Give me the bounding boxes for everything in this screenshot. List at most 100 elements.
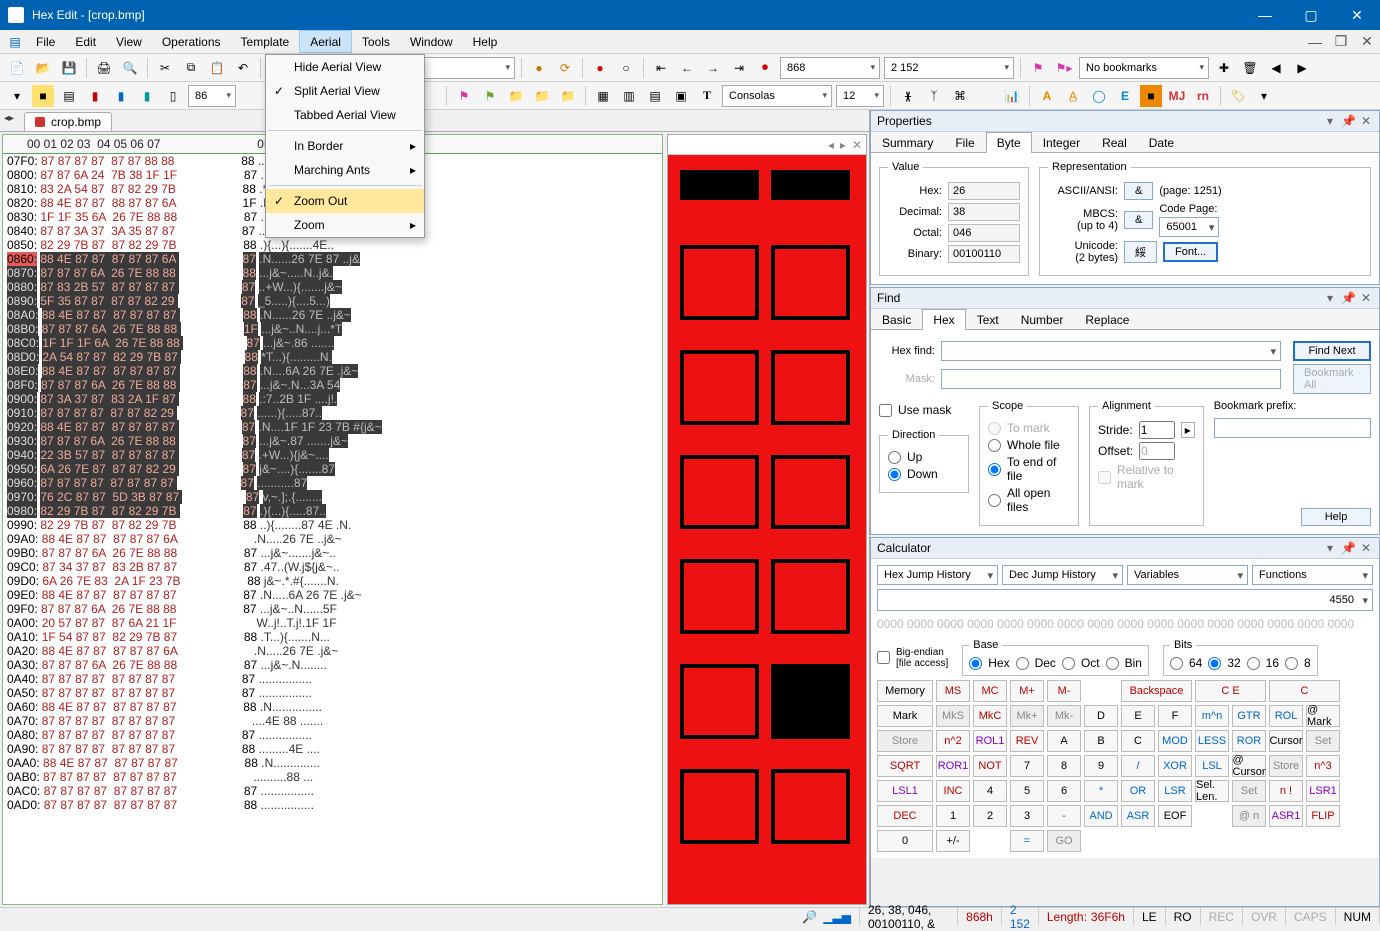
hex-row[interactable]: 0870: 87 87 87 6A 26 7E 88 88 88 ...j&~.… <box>3 266 662 280</box>
scope-whole-radio[interactable] <box>988 439 1001 452</box>
menu-tools[interactable]: Tools <box>352 30 400 53</box>
dir-up-radio[interactable] <box>888 451 901 464</box>
calc-btn-ror1[interactable]: ROR1 <box>936 755 970 777</box>
aerial-close-icon[interactable]: ✕ <box>852 138 862 152</box>
hex-row[interactable]: 0920: 88 4E 87 87 87 87 87 87 87 .N....1… <box>3 420 662 434</box>
copy-icon[interactable]: ⧉ <box>180 57 202 79</box>
bm-add-icon[interactable]: ✚ <box>1213 57 1235 79</box>
find-tab-replace[interactable]: Replace <box>1074 309 1140 330</box>
hex-row[interactable]: 0A30: 87 87 87 6A 26 7E 88 88 87 ...j&~.… <box>3 658 662 672</box>
menu-aerial[interactable]: Aerial <box>299 30 352 53</box>
folder-red-icon[interactable]: 📁 <box>531 85 553 107</box>
hex-row[interactable]: 0980: 82 29 7B 87 87 82 29 7B 87 .){...)… <box>3 504 662 518</box>
find-tab-text[interactable]: Text <box>966 309 1010 330</box>
funcs-select[interactable]: Functions <box>1252 565 1373 585</box>
teal-icon[interactable]: ▮ <box>136 85 158 107</box>
layout-2-icon[interactable]: ▥ <box>618 85 640 107</box>
paste-icon[interactable]: 📋 <box>206 57 228 79</box>
calc-btn-atn[interactable]: @ n <box>1232 805 1266 827</box>
tab-summary[interactable]: Summary <box>871 132 944 153</box>
find-next-button[interactable]: Find Next <box>1293 341 1371 361</box>
bigendian-checkbox[interactable] <box>877 651 890 664</box>
calc-btn-0[interactable]: 0 <box>877 830 933 852</box>
hex-row[interactable]: 0A80: 87 87 87 87 87 87 87 87 87 .......… <box>3 728 662 742</box>
calc-btn-dec[interactable]: DEC <box>877 805 933 827</box>
menu-operations[interactable]: Operations <box>152 30 231 53</box>
bytes-per-line-input[interactable]: 86 <box>188 85 236 107</box>
hex-row[interactable]: 0A20: 88 4E 87 87 87 87 87 6A .N.....26 … <box>3 644 662 658</box>
hex-row[interactable]: 09E0: 88 4E 87 87 87 87 87 87 87 .N.....… <box>3 588 662 602</box>
calc-btn-atmark[interactable]: @ Mark <box>1306 705 1340 727</box>
hex-row[interactable]: 09A0: 88 4E 87 87 87 87 87 6A .N.....26 … <box>3 532 662 546</box>
calc-btn-flip[interactable]: FLIP <box>1306 805 1340 827</box>
calc-btn-cursor[interactable]: Cursor <box>1269 730 1303 752</box>
calc-btn-not[interactable]: NOT <box>973 755 1007 777</box>
layout-3-icon[interactable]: ▤ <box>644 85 666 107</box>
calc-btn-sub[interactable]: - <box>1047 805 1081 827</box>
mdi-close-button[interactable]: ✕ <box>1354 30 1380 53</box>
base-oct-radio[interactable] <box>1062 657 1075 670</box>
fwd-icon[interactable]: → <box>702 57 724 79</box>
tab-byte[interactable]: Byte <box>986 132 1032 153</box>
calc-btn-c[interactable]: C <box>1269 680 1340 702</box>
hex-row[interactable]: 0990: 82 29 7B 87 87 82 29 7B 88 ..){...… <box>3 518 662 532</box>
save-icon[interactable]: 💾 <box>58 57 80 79</box>
tab-real[interactable]: Real <box>1091 132 1138 153</box>
calc-btn-d[interactable]: D <box>1084 705 1118 727</box>
menu-zoom-out[interactable]: Zoom Out <box>266 189 424 213</box>
mdi-minimize-button[interactable]: — <box>1302 30 1328 53</box>
hex-row[interactable]: 0940: 22 3B 57 87 87 87 87 87 87 .+W...)… <box>3 448 662 462</box>
orange-sq-icon[interactable]: ■ <box>1140 85 1162 107</box>
hex-row[interactable]: 09C0: 87 34 37 87 83 2B 87 87 87 .47..(W… <box>3 560 662 574</box>
layout-1-icon[interactable]: ▦ <box>592 85 614 107</box>
panel-menu-icon[interactable]: ▾ <box>1323 114 1337 128</box>
hex-row[interactable]: 0AB0: 87 87 87 87 87 87 87 87 ..........… <box>3 770 662 784</box>
find-tab-hex[interactable]: Hex <box>922 309 965 330</box>
maximize-button[interactable]: ▢ <box>1288 0 1334 30</box>
bookmarks-select[interactable]: No bookmarks <box>1079 57 1209 79</box>
calc-btn-ms[interactable]: MS <box>936 680 970 702</box>
bin-value[interactable]: 00100110 <box>948 245 1020 263</box>
record-icon[interactable]: ● <box>528 57 550 79</box>
calc-btn-f[interactable]: F <box>1158 705 1192 727</box>
find-close-icon[interactable]: ✕ <box>1359 291 1373 305</box>
bookpref-input[interactable] <box>1214 418 1371 438</box>
hexfind-input[interactable] <box>941 341 1281 361</box>
hex-row[interactable]: 0950: 6A 26 7E 87 87 87 82 29 87 j&~....… <box>3 462 662 476</box>
calc-btn-asr1[interactable]: ASR1 <box>1269 805 1303 827</box>
calc-btn-ror[interactable]: ROR <box>1232 730 1266 752</box>
menu-marching-ants[interactable]: Marching Ants <box>266 158 424 182</box>
hex-address-input[interactable]: 868 <box>780 57 880 79</box>
menu-help[interactable]: Help <box>463 30 508 53</box>
record2-icon[interactable]: ⏺ <box>754 57 776 79</box>
find-menu-icon[interactable]: ▾ <box>1323 291 1337 305</box>
calc-btn-bksp[interactable]: Backspace <box>1121 680 1192 702</box>
calc-close-icon[interactable]: ✕ <box>1359 541 1373 555</box>
preview-icon[interactable]: 🔍 <box>119 57 141 79</box>
hex-row[interactable]: 0970: 76 2C 87 87 5D 3B 87 87 87 v,~.];.… <box>3 490 662 504</box>
calc-btn-mark[interactable]: Mark <box>877 705 933 727</box>
bm-del-icon[interactable]: 🗑 <box>1239 57 1261 79</box>
calc-btn-less[interactable]: LESS <box>1195 730 1229 752</box>
print-icon[interactable]: 🖨 <box>93 57 115 79</box>
back-icon[interactable]: ← <box>676 57 698 79</box>
calc-btn-eof[interactable]: EOF <box>1158 805 1192 827</box>
menu-split-aerial[interactable]: Split Aerial View <box>266 79 424 103</box>
oct-value[interactable]: 046 <box>948 224 1020 242</box>
calc-btn-6[interactable]: 6 <box>1047 780 1081 802</box>
pin-icon[interactable]: 📌 <box>1341 114 1355 128</box>
calc-btn-inc[interactable]: INC <box>936 780 970 802</box>
aerial-next-icon[interactable]: ▸ <box>840 138 846 152</box>
calc-btn-xor[interactable]: XOR <box>1158 755 1192 777</box>
marker-red-icon[interactable]: ● <box>589 57 611 79</box>
menu-tabbed-aerial[interactable]: Tabbed Aerial View <box>266 103 424 127</box>
base-hex-radio[interactable] <box>969 657 982 670</box>
calc-btn-set2[interactable]: Set <box>1232 780 1266 802</box>
glyph-5-icon[interactable]: 📊 <box>1001 85 1023 107</box>
menu-window[interactable]: Window <box>400 30 463 53</box>
dir-down-radio[interactable] <box>888 468 901 481</box>
calc-btn-mod[interactable]: MOD <box>1158 730 1192 752</box>
yellow-box-icon[interactable]: ■ <box>32 85 54 107</box>
calc-btn-and[interactable]: AND <box>1084 805 1118 827</box>
calc-btn-rol[interactable]: ROL <box>1269 705 1303 727</box>
